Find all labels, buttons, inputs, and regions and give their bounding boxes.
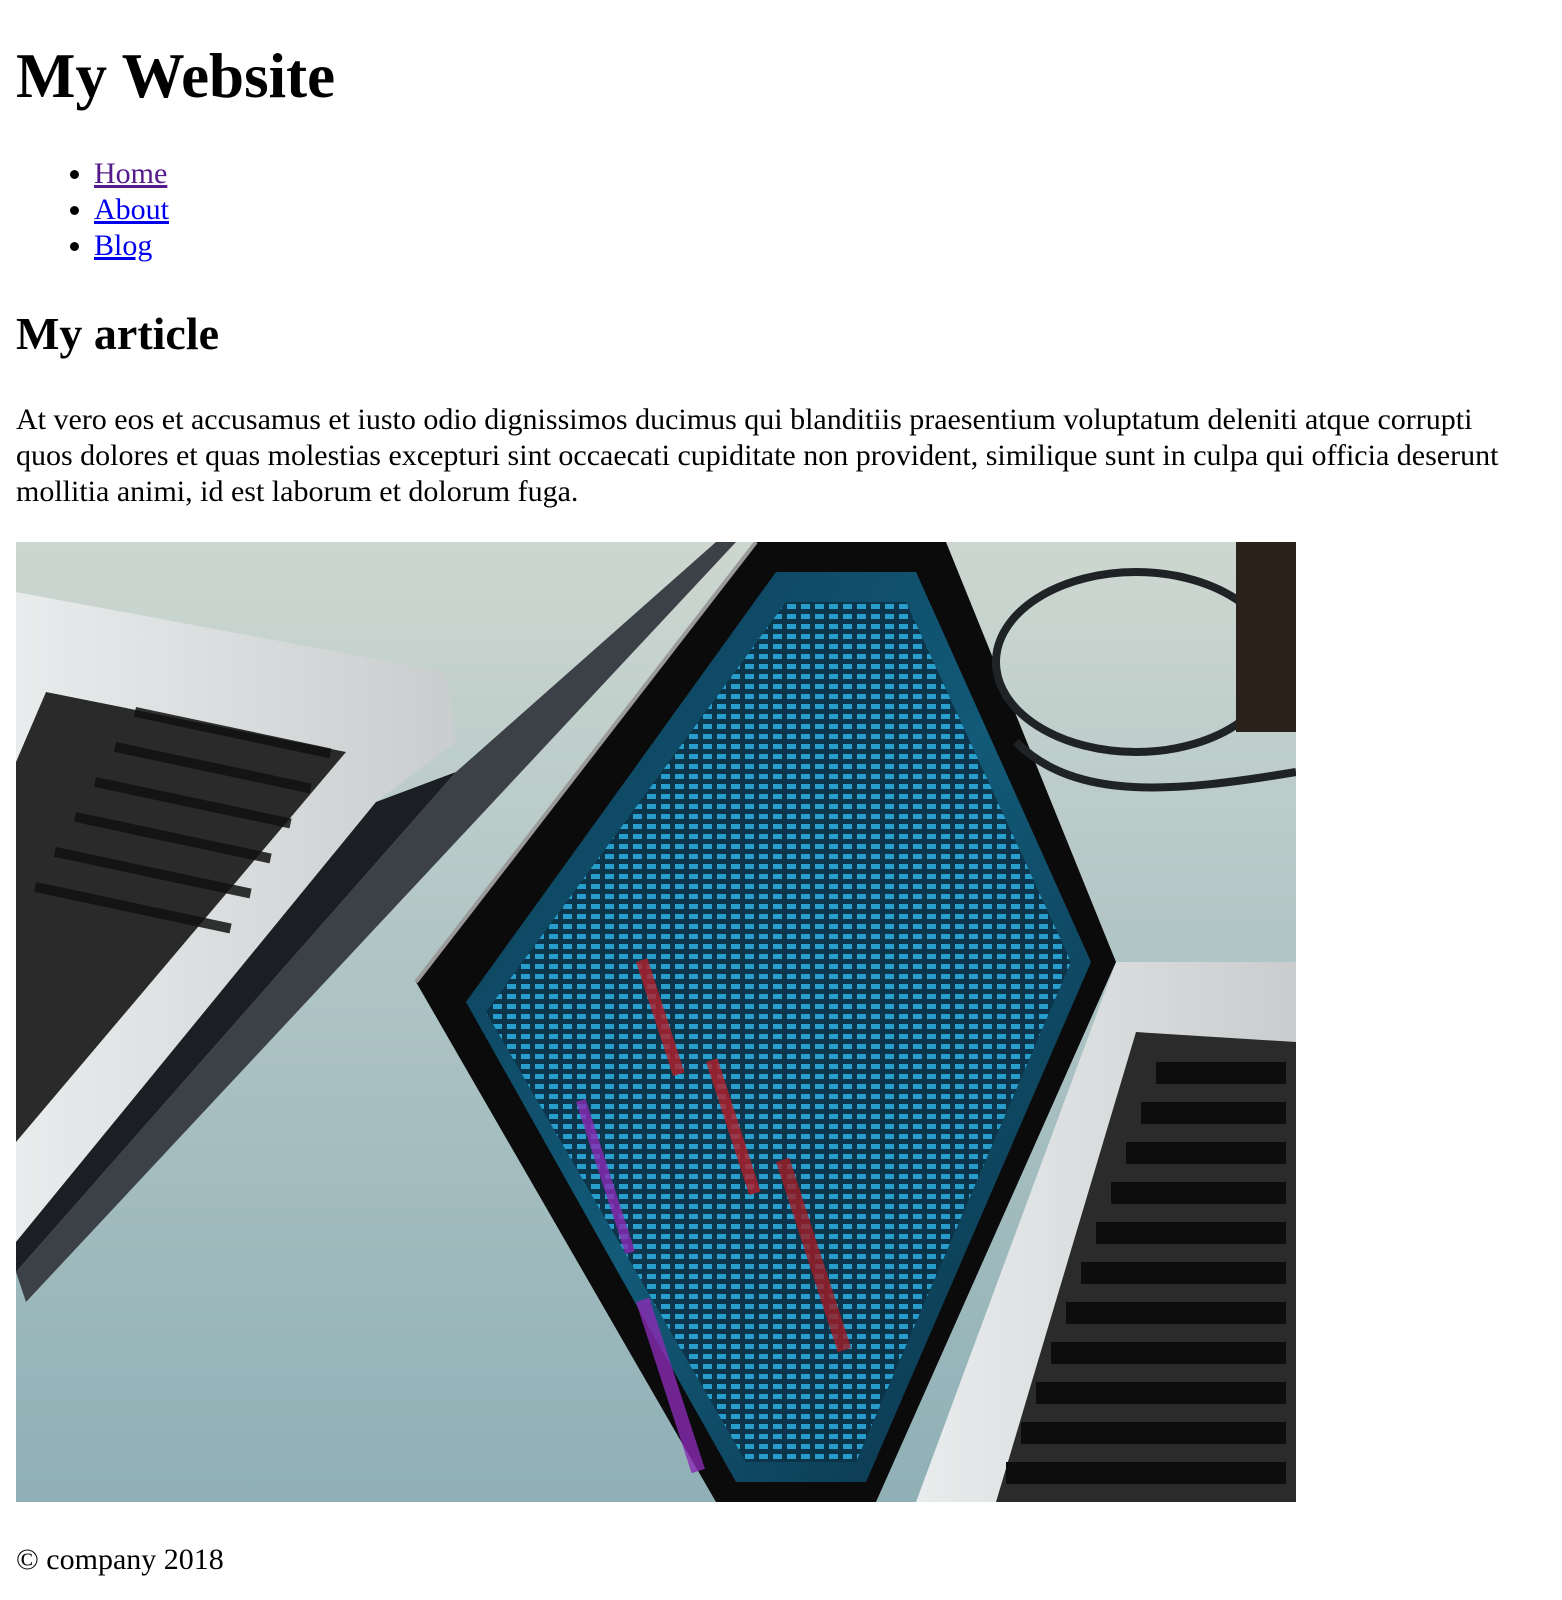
main-nav: Home About Blog <box>16 156 169 264</box>
nav-item-home: Home <box>94 156 169 192</box>
article-title: My article <box>16 308 220 359</box>
nav-item-blog: Blog <box>94 228 169 264</box>
laptops-photo <box>16 542 1296 1502</box>
article-body: At vero eos et accusamus et iusto odio d… <box>16 403 1499 508</box>
nav-item-about: About <box>94 192 169 228</box>
site-title: My Website <box>16 41 336 111</box>
nav-link-about[interactable]: About <box>94 193 169 226</box>
nav-link-blog[interactable]: Blog <box>94 229 152 262</box>
article-image <box>16 542 1296 1502</box>
site-footer: © company 2018 <box>16 1543 224 1576</box>
nav-link-home[interactable]: Home <box>94 157 167 190</box>
